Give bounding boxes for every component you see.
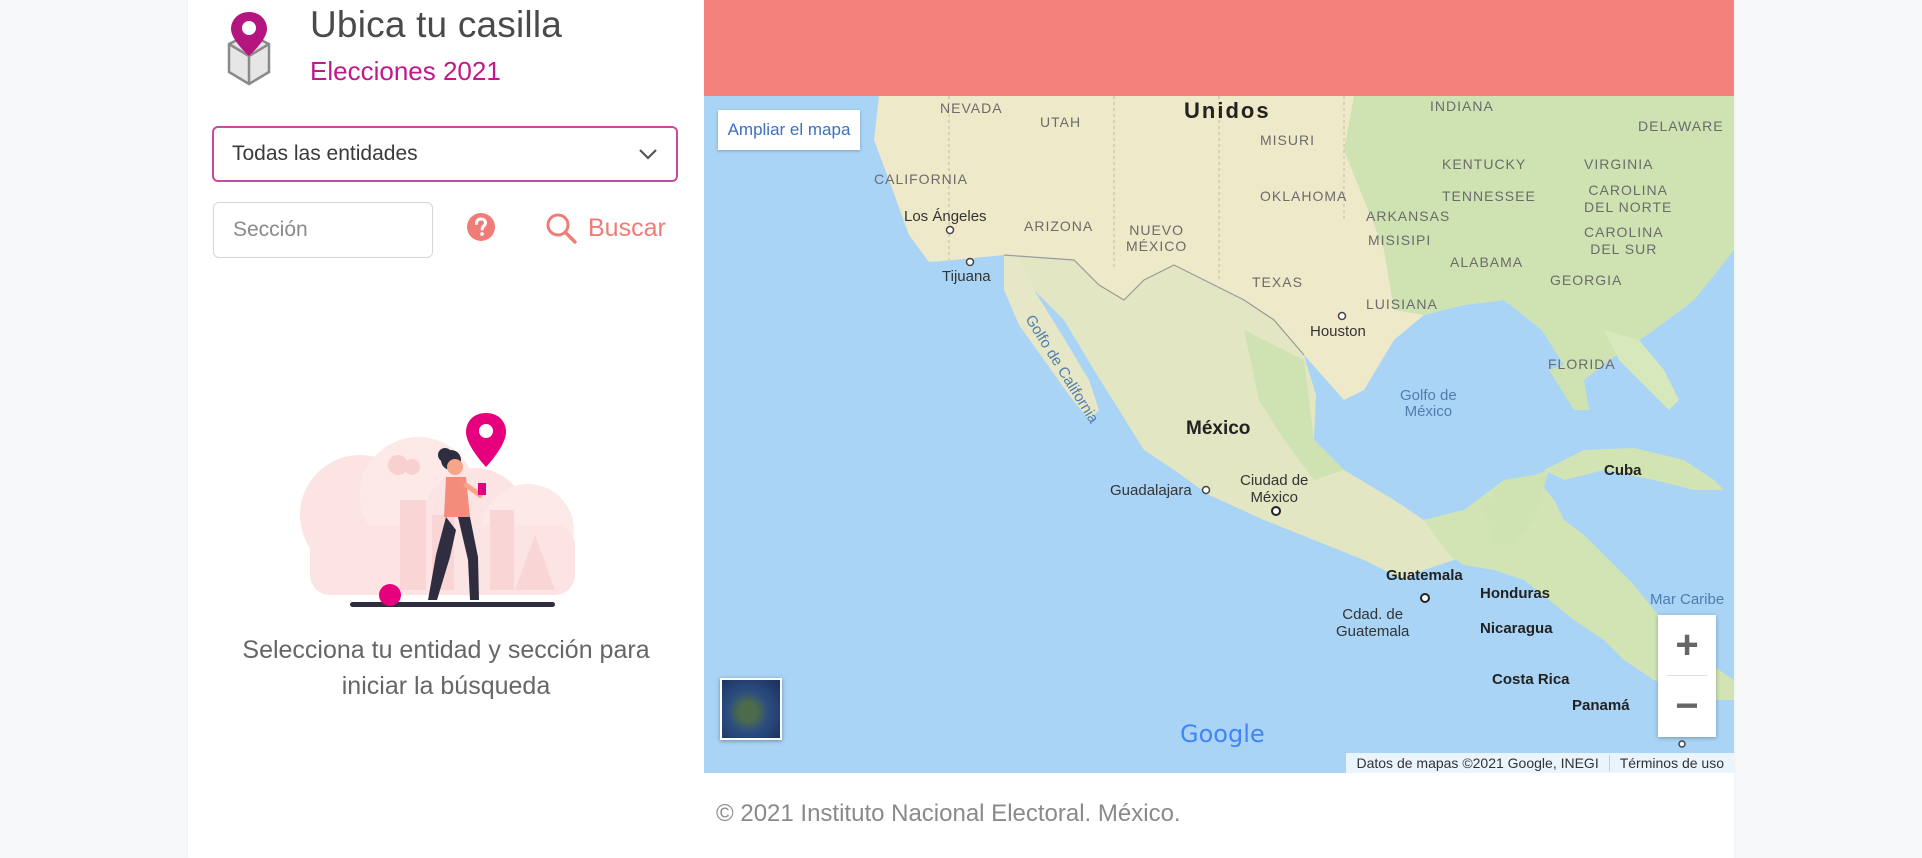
expand-map-button[interactable]: Ampliar el mapa — [718, 110, 860, 150]
person-with-map-pin-illustration — [300, 413, 575, 607]
empty-state-line-1: Selecciona tu entidad y sección para — [242, 636, 650, 664]
page-title: Ubica tu casilla — [310, 4, 563, 45]
location-box-logo-icon — [227, 12, 271, 86]
zoom-controls: + − — [1658, 615, 1716, 737]
map-canvas[interactable]: Ampliar el mapa NEVADA UTAH Estados Unid… — [704, 0, 1734, 773]
satellite-view-toggle[interactable] — [720, 678, 782, 740]
entity-select[interactable]: Todas las entidades — [212, 126, 678, 182]
section-input[interactable] — [213, 202, 433, 258]
map-attribution-bar: Datos de mapas ©2021 Google, INEGI Térmi… — [1346, 753, 1734, 773]
help-icon[interactable] — [466, 212, 496, 242]
footer-copyright: © 2021 Instituto Nacional Electoral. Méx… — [716, 800, 1181, 827]
search-button[interactable]: Buscar — [544, 208, 666, 248]
terms-link[interactable]: Términos de uso — [1608, 755, 1734, 771]
page-subtitle: Elecciones 2021 — [310, 56, 501, 86]
zoom-in-button[interactable]: + — [1658, 615, 1716, 675]
google-logo-text: Google — [1180, 720, 1265, 748]
chevron-down-icon — [639, 149, 657, 160]
search-button-label: Buscar — [588, 213, 666, 242]
zoom-out-button[interactable]: − — [1658, 676, 1716, 736]
entity-select-value: Todas las entidades — [232, 142, 418, 165]
google-logo: Google — [1180, 720, 1265, 748]
map-attribution: Datos de mapas ©2021 Google, INEGI — [1356, 755, 1599, 771]
map-header-banner — [704, 0, 1734, 96]
empty-state-message: Selecciona tu entidad y sección para ini… — [212, 632, 680, 704]
search-icon — [546, 213, 577, 244]
empty-state-line-2: iniciar la búsqueda — [341, 672, 551, 700]
